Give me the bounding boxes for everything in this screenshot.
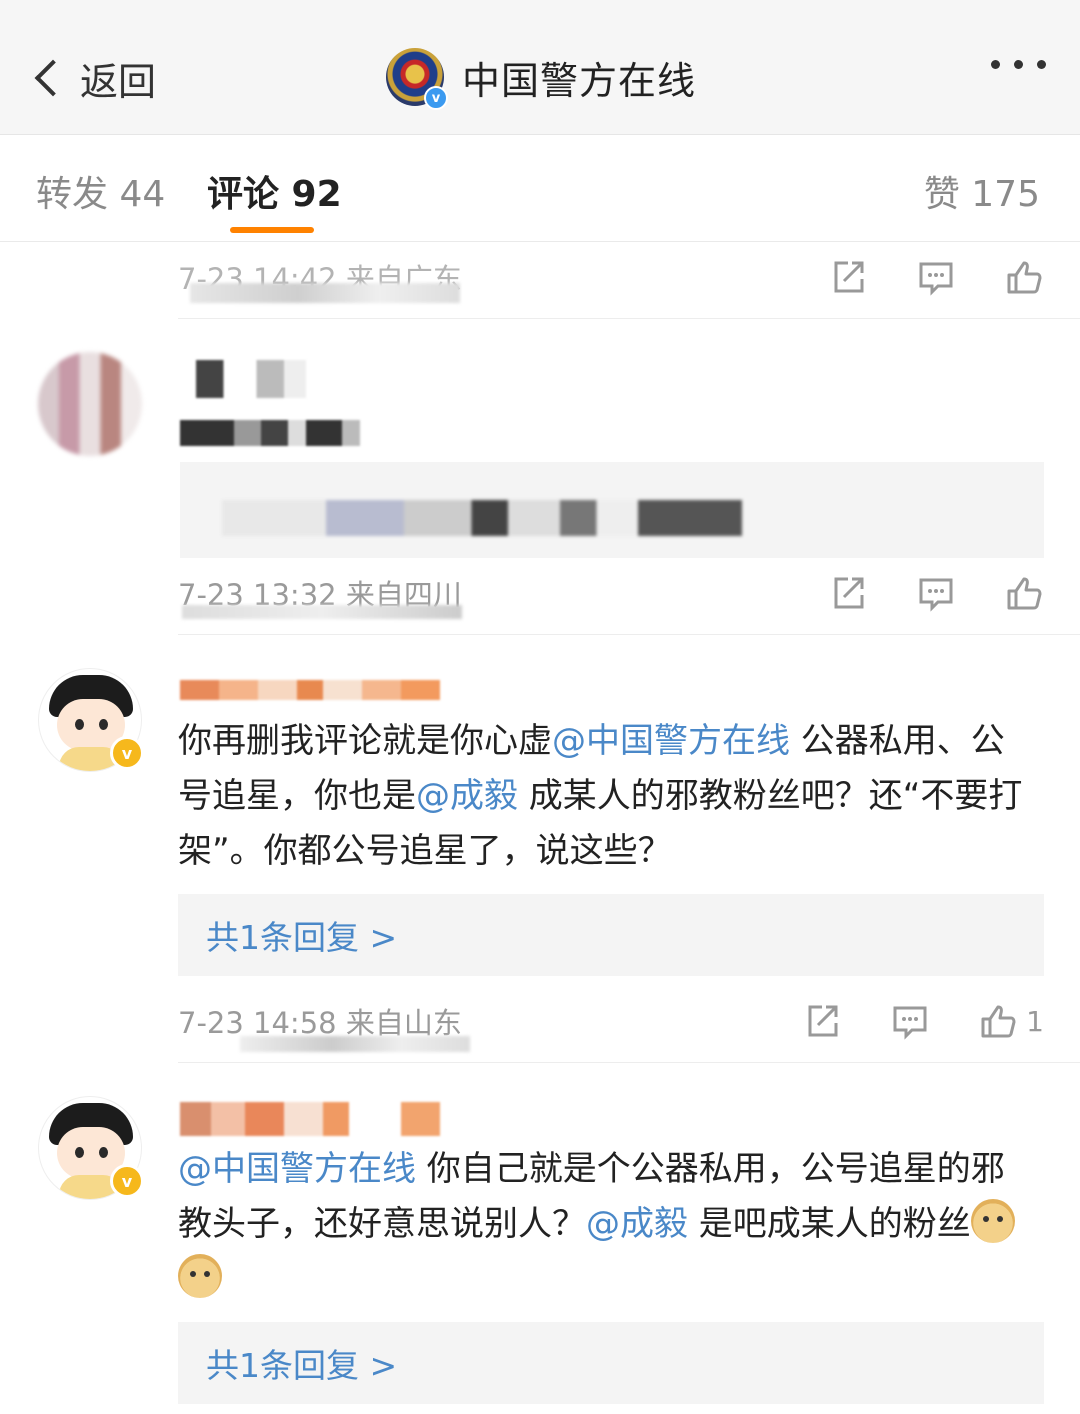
view-replies-button[interactable]: 共1条回复 >	[178, 1322, 1044, 1404]
back-label: 返回	[80, 59, 157, 104]
comment-actions	[828, 257, 1044, 297]
avatar[interactable]	[38, 352, 142, 456]
doge-emoji-icon	[970, 1199, 1015, 1243]
doge-emoji-icon	[178, 1254, 222, 1298]
tab-like[interactable]: 赞 175	[924, 165, 1040, 217]
divider	[178, 1062, 1080, 1063]
comment-text: @中国警方在线 你自己就是个公器私用，公号追星的邪教头子，还好意思说别人？@成毅…	[178, 1142, 1038, 1307]
divider	[178, 318, 1080, 319]
comment-actions: 1	[802, 1001, 1044, 1041]
redacted-text	[182, 605, 462, 619]
comment-text: 你再删我评论就是你心虚@中国警方在线 公器私用、公号追星，你也是@成毅 成某人的…	[178, 714, 1038, 879]
verified-icon: v	[110, 736, 144, 770]
mention-link[interactable]: @成毅	[586, 1204, 688, 1244]
comment-icon	[919, 578, 953, 612]
comment-text-part: 你再删我评论就是你心虚	[178, 721, 552, 761]
redacted-comment-text	[180, 420, 360, 446]
share-icon	[834, 577, 864, 609]
comment-icon	[893, 1006, 927, 1040]
thumbs-up-icon	[981, 1005, 1016, 1038]
view-replies-button[interactable]: 共1条回复 >	[178, 894, 1044, 976]
repost-button[interactable]	[828, 573, 868, 613]
mention-link[interactable]: @成毅	[416, 776, 518, 816]
reply-button[interactable]	[890, 1001, 930, 1041]
account-header[interactable]: v 中国警方在线	[386, 44, 696, 110]
reply-button[interactable]	[916, 573, 956, 613]
like-count: 1	[1026, 1004, 1044, 1038]
mention-link[interactable]: @中国警方在线	[552, 721, 790, 761]
redacted-username	[180, 1102, 440, 1136]
top-nav-bar: 返回 v 中国警方在线	[0, 0, 1080, 135]
chevron-left-icon	[34, 59, 72, 97]
tab-repost[interactable]: 转发 44	[36, 165, 165, 217]
mention-link[interactable]: @中国警方在线	[178, 1149, 416, 1189]
thumbs-up-icon	[1007, 577, 1042, 610]
share-icon	[834, 261, 864, 293]
thumbs-up-icon	[1007, 261, 1042, 294]
repost-button[interactable]	[828, 257, 868, 297]
redacted-username	[196, 360, 306, 398]
comment-actions	[828, 573, 1044, 613]
like-button[interactable]: 1	[978, 1001, 1044, 1041]
verified-icon: v	[424, 86, 448, 110]
more-options-icon[interactable]	[991, 60, 1046, 69]
redacted-reply-text	[222, 500, 742, 536]
comment-icon	[919, 262, 953, 296]
active-tab-indicator	[230, 227, 314, 233]
page-title: 中国警方在线	[462, 58, 697, 103]
redacted-text	[240, 1036, 470, 1052]
redacted-username	[180, 680, 440, 700]
reply-button[interactable]	[916, 257, 956, 297]
share-icon	[808, 1005, 838, 1037]
like-button[interactable]	[1004, 257, 1044, 297]
replies-count-label: 共1条回复 >	[206, 918, 398, 957]
verified-icon: v	[110, 1164, 144, 1198]
redacted-text	[190, 283, 460, 303]
comment-text-part: 是吧成某人的粉丝	[688, 1204, 971, 1244]
tab-bar: 转发 44 评论 92 赞 175	[0, 135, 1080, 242]
tab-comment[interactable]: 评论 92	[207, 165, 342, 217]
like-button[interactable]	[1004, 573, 1044, 613]
replies-count-label: 共1条回复 >	[206, 1346, 398, 1385]
repost-button[interactable]	[802, 1001, 842, 1041]
police-badge-avatar: v	[386, 48, 448, 110]
back-button[interactable]: 返回	[28, 48, 156, 108]
divider	[178, 634, 1080, 635]
